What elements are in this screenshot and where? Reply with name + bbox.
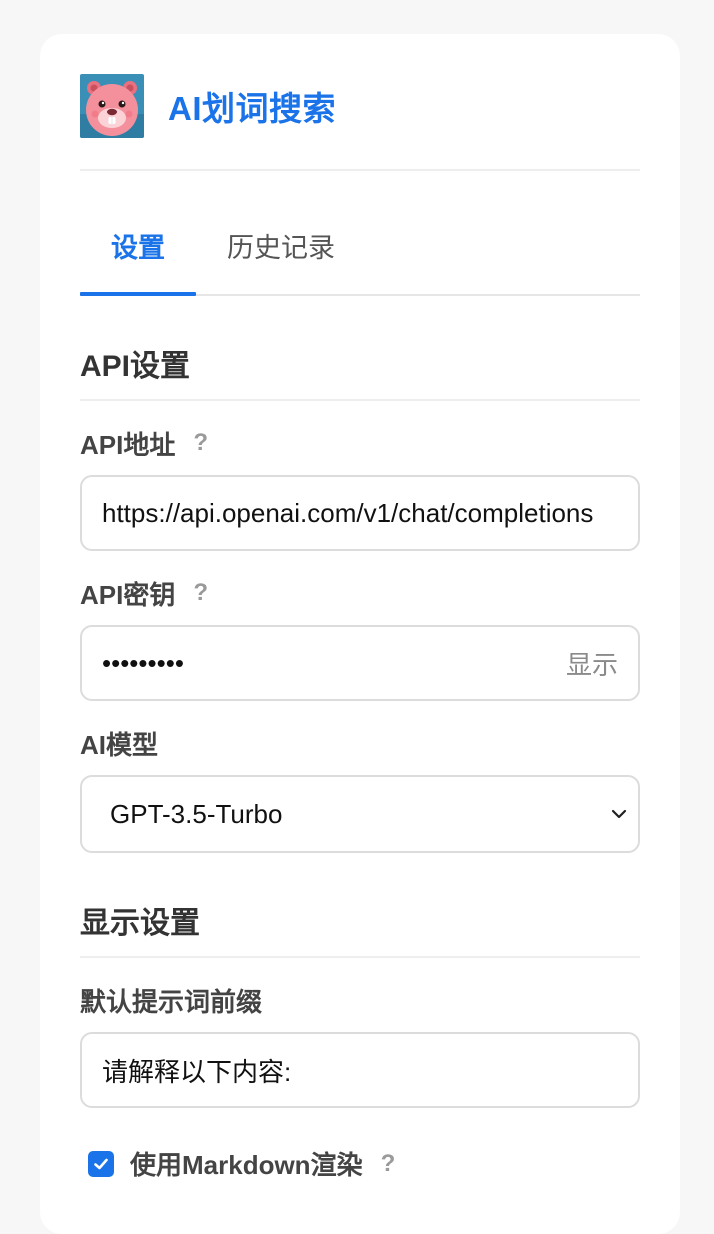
chevron-down-icon <box>611 809 627 819</box>
api-url-label: API地址 <box>80 429 176 460</box>
markdown-checkbox-label: 使用Markdown渲染 <box>130 1150 363 1180</box>
model-select[interactable]: GPT-3.5-Turbo <box>80 775 640 853</box>
app-title: AI划词搜索 <box>168 90 336 127</box>
prompt-prefix-label-row: 默认提示词前缀 <box>80 984 640 1017</box>
model-selected-value: GPT-3.5-Turbo <box>110 798 283 829</box>
api-key-label: API密钥 <box>80 579 176 610</box>
api-key-input[interactable]: ••••••••• 显示 <box>80 625 640 701</box>
markdown-checkbox[interactable] <box>88 1150 114 1177</box>
model-label-row: AI模型 <box>80 727 640 760</box>
api-url-value: https://api.openai.com/v1/chat/completio… <box>102 497 594 528</box>
api-key-label-row: API密钥 ? <box>80 577 640 610</box>
beaver-mascot-icon <box>80 74 144 138</box>
tab-history[interactable]: 历史记录 <box>196 226 366 294</box>
markdown-help-icon[interactable]: ? <box>381 1150 396 1178</box>
prompt-prefix-value: 请解释以下内容: <box>102 1056 292 1087</box>
prompt-prefix-label: 默认提示词前缀 <box>80 986 263 1017</box>
api-settings-heading: API设置 <box>80 341 640 401</box>
prompt-prefix-input[interactable]: 请解释以下内容: <box>80 1032 640 1108</box>
tab-settings[interactable]: 设置 <box>80 226 196 296</box>
api-url-label-row: API地址 ? <box>80 427 640 460</box>
api-key-help-icon[interactable]: ? <box>193 579 208 607</box>
api-url-input[interactable]: https://api.openai.com/v1/chat/completio… <box>80 475 640 551</box>
model-label: AI模型 <box>80 729 159 760</box>
app-header: AI划词搜索 <box>80 74 640 138</box>
markdown-option-row: 使用Markdown渲染 ? <box>80 1145 640 1182</box>
tab-bar: 设置 历史记录 <box>80 171 640 296</box>
display-settings-heading: 显示设置 <box>80 898 640 958</box>
api-key-masked-value: ••••••••• <box>102 647 184 678</box>
settings-card: AI划词搜索 设置 历史记录 API设置 API地址 ? https://api… <box>40 34 680 1234</box>
api-url-help-icon[interactable]: ? <box>193 429 208 457</box>
checkmark-icon <box>94 1158 108 1169</box>
show-key-button[interactable]: 显示 <box>566 645 618 682</box>
